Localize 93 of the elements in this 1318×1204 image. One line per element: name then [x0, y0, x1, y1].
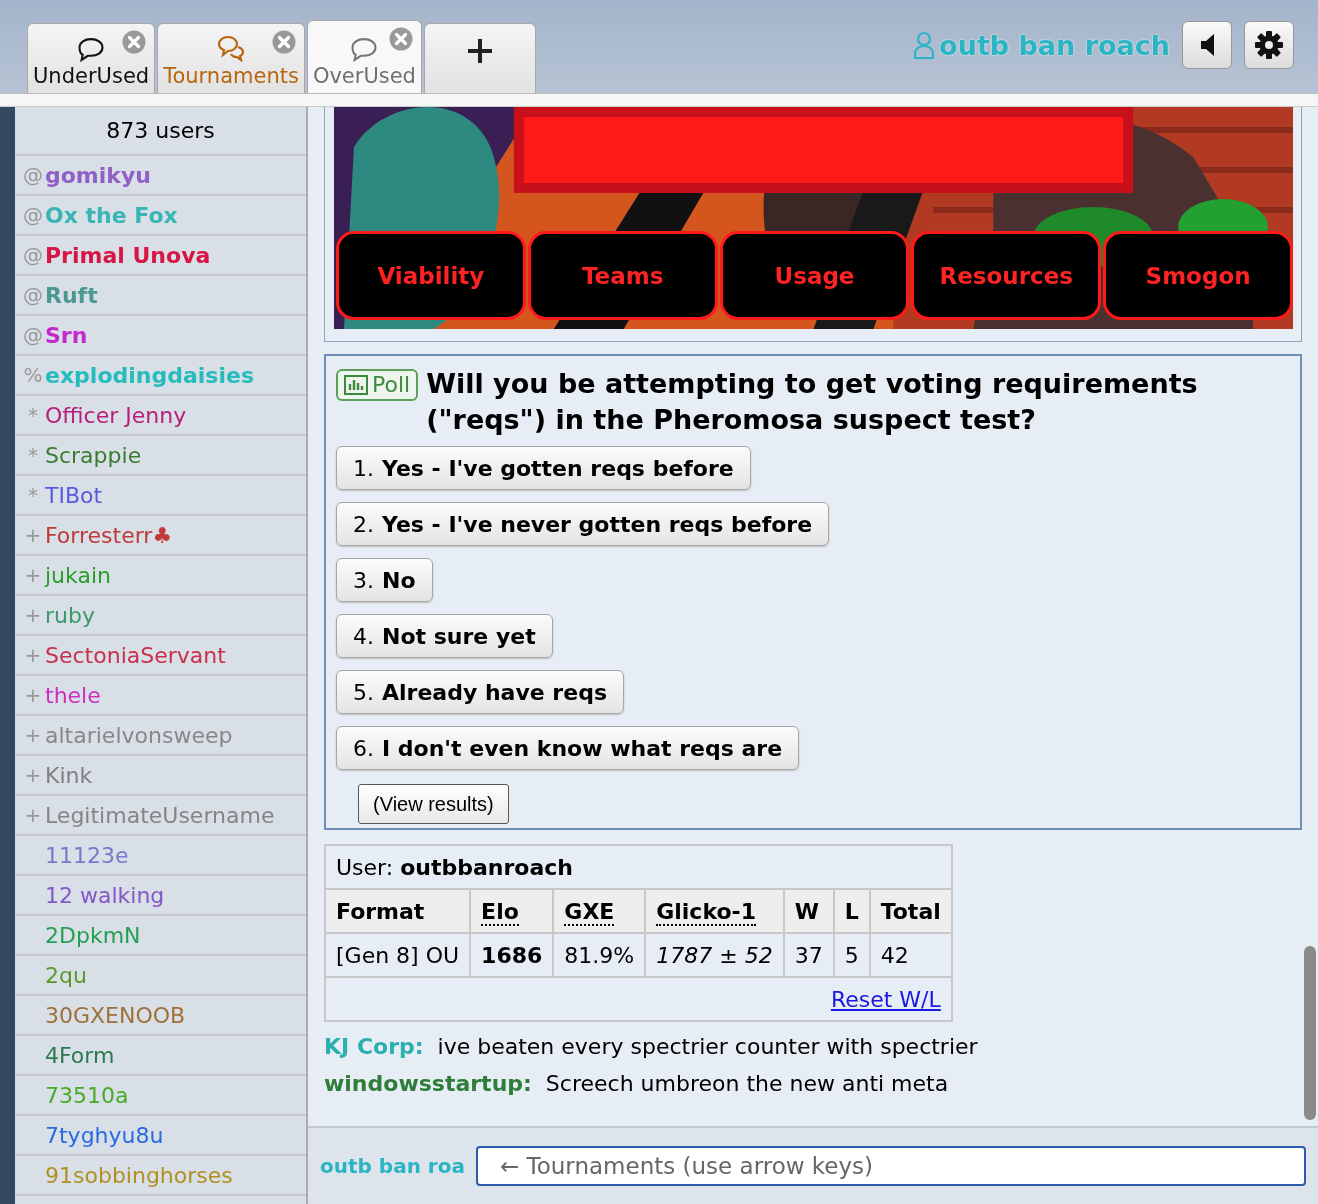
username[interactable]: 12 walking [45, 882, 165, 908]
poll-option-button[interactable]: 1. Yes - I've gotten reqs before [336, 446, 751, 490]
rank-symbol: + [23, 603, 43, 627]
rank-symbol: * [27, 443, 39, 467]
username[interactable]: 4Form [45, 1042, 115, 1068]
view-results-button[interactable]: (View results) [358, 784, 509, 824]
username[interactable]: Primal Unova [45, 242, 211, 268]
rank-symbol: @ [22, 203, 44, 227]
rank-symbol: * [27, 403, 39, 427]
composer-name: outb ban roa [320, 1154, 466, 1178]
table-cell: 42 [869, 933, 952, 977]
username[interactable]: 7tyghyu8u [45, 1122, 164, 1148]
username[interactable]: 11123e [45, 842, 129, 868]
column-header: Format [325, 889, 471, 933]
poll-option-button[interactable]: 5. Already have reqs [336, 670, 624, 714]
username[interactable]: thele [45, 682, 101, 708]
username[interactable]: LegitimateUsername [45, 802, 275, 828]
user-icon [913, 31, 936, 59]
username[interactable]: 2DpkmN [45, 922, 141, 948]
table-cell: 1787 ± 52 [645, 933, 784, 977]
poll-option-button[interactable]: 2. Yes - I've never gotten reqs before [336, 502, 830, 546]
banner-link[interactable]: Teams [527, 231, 718, 320]
close-icon[interactable] [122, 30, 147, 54]
username[interactable]: 73510a [45, 1082, 129, 1108]
rank-symbol: + [23, 763, 43, 787]
table-cell: [Gen 8] OU [325, 933, 471, 977]
poll-tag: Poll [336, 369, 419, 401]
reset-link[interactable]: Reset W/L [830, 986, 941, 1012]
rank-symbol: + [23, 683, 43, 707]
rank-symbol: % [22, 363, 44, 387]
column-header: W [783, 889, 834, 933]
username[interactable]: ruby [45, 602, 95, 628]
rank-symbol: @ [22, 163, 44, 187]
poll-option-button[interactable]: 4. Not sure yet [336, 614, 553, 658]
column-header: GXE [553, 889, 646, 933]
user-count: 873 users [15, 107, 306, 156]
poll-option-button[interactable]: 3. No [336, 558, 433, 602]
username[interactable]: TIBot [45, 482, 103, 508]
settings-button[interactable] [1244, 21, 1294, 69]
username[interactable]: Srn [45, 322, 88, 348]
chat-username[interactable]: KJ Corp: [324, 1034, 424, 1059]
settings-icon [1255, 31, 1283, 59]
username[interactable]: Officer Jenny [45, 402, 187, 428]
scrollbar-thumb[interactable] [1304, 946, 1316, 1120]
column-header: Glicko-1 [645, 889, 784, 933]
plus-icon [466, 38, 493, 64]
poll-question: Will you be attempting to get voting requirements ("reqs") in the Pheromosa suspect test? [426, 367, 1199, 437]
username[interactable]: 30GXENOOB [45, 1002, 186, 1028]
rank-symbol: @ [22, 243, 44, 267]
username[interactable]: Forresterr♣ [45, 522, 173, 548]
column-header: Elo [470, 889, 554, 933]
rank-symbol: + [23, 803, 43, 827]
rank-symbol: * [27, 483, 39, 507]
rank-symbol: + [23, 723, 43, 747]
table-cell: 81.9% [553, 933, 646, 977]
rank-symbol: + [23, 643, 43, 667]
rank-symbol: + [23, 523, 43, 547]
banner-link[interactable]: Resources [911, 231, 1102, 320]
close-icon[interactable] [388, 27, 413, 51]
username[interactable]: SectoniaServant [45, 642, 226, 668]
poll-option-button[interactable]: 6. I don't even know what reqs are [336, 726, 800, 770]
room-tab[interactable]: Tournaments [157, 23, 305, 93]
username[interactable]: Scrappie [45, 442, 142, 468]
table-cell: 37 [783, 933, 834, 977]
rank-symbol: + [23, 563, 43, 587]
room-tab[interactable]: OverUsed [306, 20, 422, 93]
table-cell: 1686 [470, 933, 554, 977]
chat-message: Screech umbreon the new anti meta [545, 1071, 949, 1096]
room-tab[interactable]: UnderUsed [27, 23, 156, 93]
rank-symbol: @ [22, 283, 44, 307]
chat-username[interactable]: windowsstartup: [324, 1071, 532, 1096]
username[interactable]: Kink [45, 762, 93, 788]
username[interactable]: 2qu [45, 962, 87, 988]
username[interactable]: Ruft [45, 282, 98, 308]
table-cell: 5 [833, 933, 870, 977]
username[interactable]: altarielvonsweep [45, 722, 233, 748]
username[interactable]: 91sobbinghorses [45, 1162, 233, 1188]
user-heading: User: outbbanroach [325, 845, 952, 889]
close-icon[interactable] [271, 30, 296, 54]
sound-button[interactable] [1182, 21, 1232, 69]
username[interactable]: jukain [45, 562, 111, 588]
chat-message: ive beaten every spectrier counter with spectrier [437, 1034, 978, 1059]
banner-link[interactable]: Viability [336, 231, 526, 320]
new-tab-button[interactable] [423, 23, 536, 93]
rank-symbol: @ [22, 323, 44, 347]
banner-link[interactable]: Usage [719, 231, 910, 320]
banner-link[interactable]: Smogon [1103, 231, 1293, 320]
column-header: Total [869, 889, 952, 933]
speaker-icon [1199, 33, 1215, 57]
username[interactable]: gomikyu [45, 162, 151, 188]
message-field[interactable]: ← Tournaments (use arrow keys) [476, 1146, 1306, 1186]
column-header: L [833, 889, 870, 933]
bar-chart-icon [344, 375, 368, 395]
